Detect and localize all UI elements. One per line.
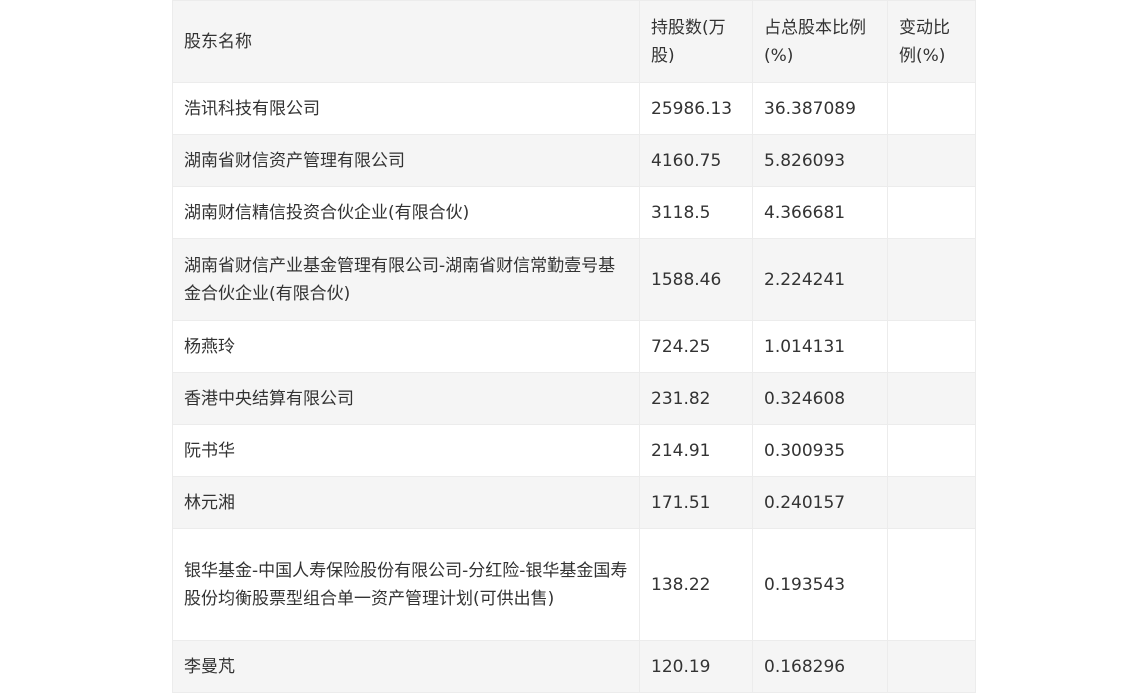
cell-shares-held: 214.91 <box>639 424 753 477</box>
table-row: 银华基金-中国人寿保险股份有限公司-分红险-银华基金国寿股份均衡股票型组合单一资… <box>172 528 976 641</box>
cell-shares-held: 25986.13 <box>639 82 753 135</box>
cell-shareholder-name: 湖南省财信产业基金管理有限公司-湖南省财信常勤壹号基金合伙企业(有限合伙) <box>172 238 640 321</box>
header-shareholder-name: 股东名称 <box>172 0 640 83</box>
cell-change-ratio <box>887 372 976 425</box>
cell-shares-held: 1588.46 <box>639 238 753 321</box>
header-change-ratio: 变动比例(%) <box>887 0 976 83</box>
cell-shareholder-name: 银华基金-中国人寿保险股份有限公司-分红险-银华基金国寿股份均衡股票型组合单一资… <box>172 528 640 641</box>
cell-share-ratio: 0.240157 <box>752 476 888 529</box>
cell-change-ratio <box>887 320 976 373</box>
cell-shares-held: 231.82 <box>639 372 753 425</box>
table-row: 林元湘 171.51 0.240157 <box>172 476 976 529</box>
table-row: 李曼芃 120.19 0.168296 <box>172 640 976 693</box>
cell-change-ratio <box>887 476 976 529</box>
cell-share-ratio: 1.014131 <box>752 320 888 373</box>
cell-shareholder-name: 湖南省财信资产管理有限公司 <box>172 134 640 187</box>
cell-share-ratio: 2.224241 <box>752 238 888 321</box>
cell-change-ratio <box>887 528 976 641</box>
cell-change-ratio <box>887 134 976 187</box>
shareholders-table-container: 股东名称 持股数(万股) 占总股本比例(%) 变动比例(%) 浩讯科技有限公司 … <box>172 0 976 693</box>
header-shares-held: 持股数(万股) <box>639 0 753 83</box>
cell-share-ratio: 0.300935 <box>752 424 888 477</box>
table-row: 湖南省财信产业基金管理有限公司-湖南省财信常勤壹号基金合伙企业(有限合伙) 15… <box>172 238 976 321</box>
cell-shares-held: 138.22 <box>639 528 753 641</box>
table-row: 杨燕玲 724.25 1.014131 <box>172 320 976 373</box>
cell-share-ratio: 36.387089 <box>752 82 888 135</box>
table-row: 阮书华 214.91 0.300935 <box>172 424 976 477</box>
cell-share-ratio: 4.366681 <box>752 186 888 239</box>
table-row: 湖南省财信资产管理有限公司 4160.75 5.826093 <box>172 134 976 187</box>
cell-shareholder-name: 湖南财信精信投资合伙企业(有限合伙) <box>172 186 640 239</box>
cell-shareholder-name: 李曼芃 <box>172 640 640 693</box>
header-share-ratio: 占总股本比例(%) <box>752 0 888 83</box>
table-header-row: 股东名称 持股数(万股) 占总股本比例(%) 变动比例(%) <box>172 0 976 83</box>
cell-change-ratio <box>887 640 976 693</box>
cell-shareholder-name: 浩讯科技有限公司 <box>172 82 640 135</box>
cell-share-ratio: 0.168296 <box>752 640 888 693</box>
table-row: 浩讯科技有限公司 25986.13 36.387089 <box>172 82 976 135</box>
cell-shareholder-name: 杨燕玲 <box>172 320 640 373</box>
cell-shareholder-name: 阮书华 <box>172 424 640 477</box>
cell-change-ratio <box>887 238 976 321</box>
cell-shares-held: 3118.5 <box>639 186 753 239</box>
cell-share-ratio: 0.324608 <box>752 372 888 425</box>
table-row: 香港中央结算有限公司 231.82 0.324608 <box>172 372 976 425</box>
cell-shares-held: 171.51 <box>639 476 753 529</box>
cell-shares-held: 724.25 <box>639 320 753 373</box>
cell-change-ratio <box>887 186 976 239</box>
cell-shares-held: 120.19 <box>639 640 753 693</box>
cell-share-ratio: 5.826093 <box>752 134 888 187</box>
cell-shareholder-name: 香港中央结算有限公司 <box>172 372 640 425</box>
cell-change-ratio <box>887 82 976 135</box>
cell-change-ratio <box>887 424 976 477</box>
table-row: 湖南财信精信投资合伙企业(有限合伙) 3118.5 4.366681 <box>172 186 976 239</box>
cell-shares-held: 4160.75 <box>639 134 753 187</box>
cell-share-ratio: 0.193543 <box>752 528 888 641</box>
cell-shareholder-name: 林元湘 <box>172 476 640 529</box>
shareholders-table: 股东名称 持股数(万股) 占总股本比例(%) 变动比例(%) 浩讯科技有限公司 … <box>172 0 976 693</box>
